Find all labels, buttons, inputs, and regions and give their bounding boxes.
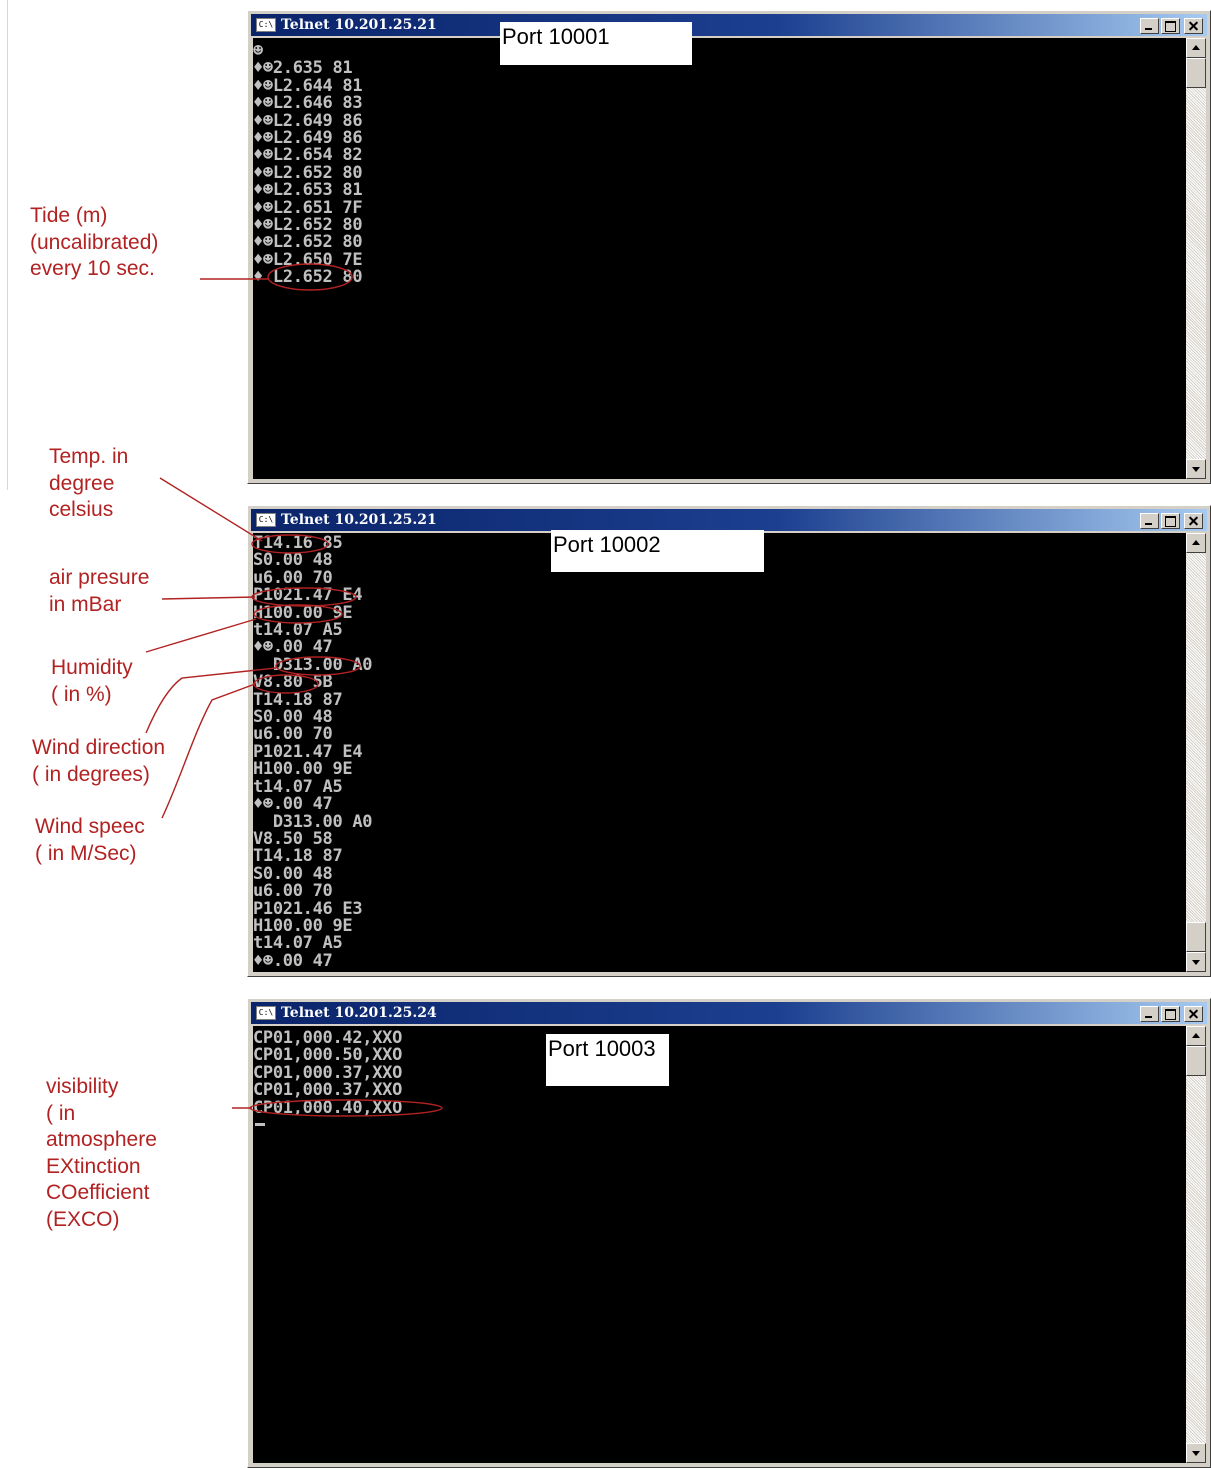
minimize-button[interactable]: [1140, 1006, 1159, 1022]
annotation-line: Wind direction: [32, 736, 166, 759]
console-line: u6.00 70: [253, 881, 333, 902]
port-label: Port 10002: [551, 530, 764, 572]
window-title: Telnet 10.201.25.21: [281, 17, 437, 33]
scroll-thumb[interactable]: [1186, 1046, 1206, 1076]
telnet-window-port-10002[interactable]: C:\ Telnet 10.201.25.21 T14.16 85 S0.00 …: [247, 505, 1211, 977]
minimize-button[interactable]: [1140, 18, 1159, 34]
annotation-line: air presure: [49, 566, 150, 589]
console-output[interactable]: ☻ ♦☻2.635 81 ♦☻L2.644 81 ♦☻L2.646 83 ♦☻L…: [253, 38, 1186, 479]
annotation-line: Wind speec: [35, 815, 145, 838]
text-cursor: [255, 1123, 265, 1127]
annotation-line: in mBar: [49, 592, 122, 616]
annotation-line: COefficient: [46, 1181, 150, 1204]
annotation-line: EXtinction: [46, 1154, 141, 1178]
leader-line-wind-speed: [161, 683, 256, 819]
annotation-line: visibility: [46, 1075, 119, 1098]
console-line: ♦☻.00 47: [253, 950, 333, 971]
maximize-button[interactable]: [1161, 1006, 1180, 1022]
annotation-line: Humidity: [51, 656, 133, 679]
close-button[interactable]: [1184, 513, 1203, 529]
telnet-window-port-10003[interactable]: C:\ Telnet 10.201.25.24 CP01,000.42,XXO …: [247, 998, 1211, 1468]
vertical-scrollbar[interactable]: [1186, 533, 1206, 972]
annotation-line: Temp. in: [49, 445, 129, 468]
annotation-line: every 10 sec.: [30, 257, 155, 280]
page-edge-line: [7, 0, 8, 490]
window-title: Telnet 10.201.25.24: [281, 1005, 437, 1021]
annotation-visibility: visibility ( in atmosphere EXtinction CO…: [46, 1074, 157, 1233]
console-output[interactable]: CP01,000.42,XXO CP01,000.50,XXO CP01,000…: [253, 1026, 1186, 1463]
console-line: ♦☻L2.646 83: [253, 93, 363, 114]
leader-line-humidity: [145, 618, 257, 653]
annotation-line: ( in: [46, 1101, 76, 1125]
annotation-line: degree: [49, 471, 115, 495]
window-titlebar[interactable]: C:\ Telnet 10.201.25.24: [251, 1002, 1207, 1024]
window-title: Telnet 10.201.25.21: [281, 512, 437, 528]
close-button[interactable]: [1184, 18, 1203, 34]
command-prompt-icon[interactable]: C:\: [256, 513, 276, 527]
console-output[interactable]: T14.16 85 S0.00 48 u6.00 70 P1021.47 E4 …: [253, 533, 1186, 972]
annotation-humidity: Humidity ( in %): [51, 655, 133, 708]
command-prompt-icon[interactable]: C:\: [256, 1006, 276, 1020]
leader-line-air-pressure: [161, 596, 256, 600]
scroll-thumb[interactable]: [1186, 58, 1206, 88]
scroll-up-button[interactable]: [1186, 38, 1206, 58]
port-label: Port 10003: [546, 1034, 669, 1086]
window-titlebar[interactable]: C:\ Telnet 10.201.25.21: [251, 509, 1207, 531]
annotation-line: ( in degrees): [32, 762, 150, 786]
annotation-line: atmosphere: [46, 1128, 157, 1151]
console-line: CP01,000.37,XXO: [253, 1080, 403, 1101]
scroll-down-button[interactable]: [1186, 459, 1206, 479]
scroll-up-button[interactable]: [1186, 533, 1206, 553]
annotation-line: ( in M/Sec): [35, 841, 137, 865]
annotation-line: ( in %): [51, 682, 112, 706]
annotation-air-pressure: air presure in mBar: [49, 565, 149, 618]
minimize-button[interactable]: [1140, 513, 1159, 529]
close-button[interactable]: [1184, 1006, 1203, 1022]
port-label: Port 10001: [500, 22, 692, 65]
annotation-wind-direction: Wind direction ( in degrees): [32, 735, 165, 788]
maximize-button[interactable]: [1161, 513, 1180, 529]
console-line: ♦☻.00 47: [253, 794, 333, 815]
scroll-down-button[interactable]: [1186, 1443, 1206, 1463]
telnet-window-port-10001[interactable]: C:\ Telnet 10.201.25.21 ☻ ♦☻2.635 81 ♦☻L…: [247, 10, 1211, 484]
scroll-up-button[interactable]: [1186, 1026, 1206, 1046]
annotation-wind-speed: Wind speec ( in M/Sec): [35, 814, 145, 867]
vertical-scrollbar[interactable]: [1186, 1026, 1206, 1463]
annotation-tide: Tide (m) (uncalibrated) every 10 sec.: [30, 203, 158, 283]
scroll-thumb[interactable]: [1186, 922, 1206, 952]
annotation-temperature: Temp. in degree celsius: [49, 444, 128, 524]
maximize-button[interactable]: [1161, 18, 1180, 34]
annotation-line: (EXCO): [46, 1207, 120, 1231]
annotation-line: Tide (m): [30, 204, 108, 227]
annotation-line: celsius: [49, 498, 114, 521]
command-prompt-icon[interactable]: C:\: [256, 18, 276, 32]
vertical-scrollbar[interactable]: [1186, 38, 1206, 479]
scroll-down-button[interactable]: [1186, 952, 1206, 972]
window-titlebar[interactable]: C:\ Telnet 10.201.25.21: [251, 14, 1207, 36]
annotation-line: (uncalibrated): [30, 230, 159, 254]
console-line: ♦ L2.652 80: [253, 267, 363, 288]
console-line: CP01,000.40,XXO: [253, 1097, 403, 1118]
console-line: P1021.47 E4: [253, 585, 363, 606]
